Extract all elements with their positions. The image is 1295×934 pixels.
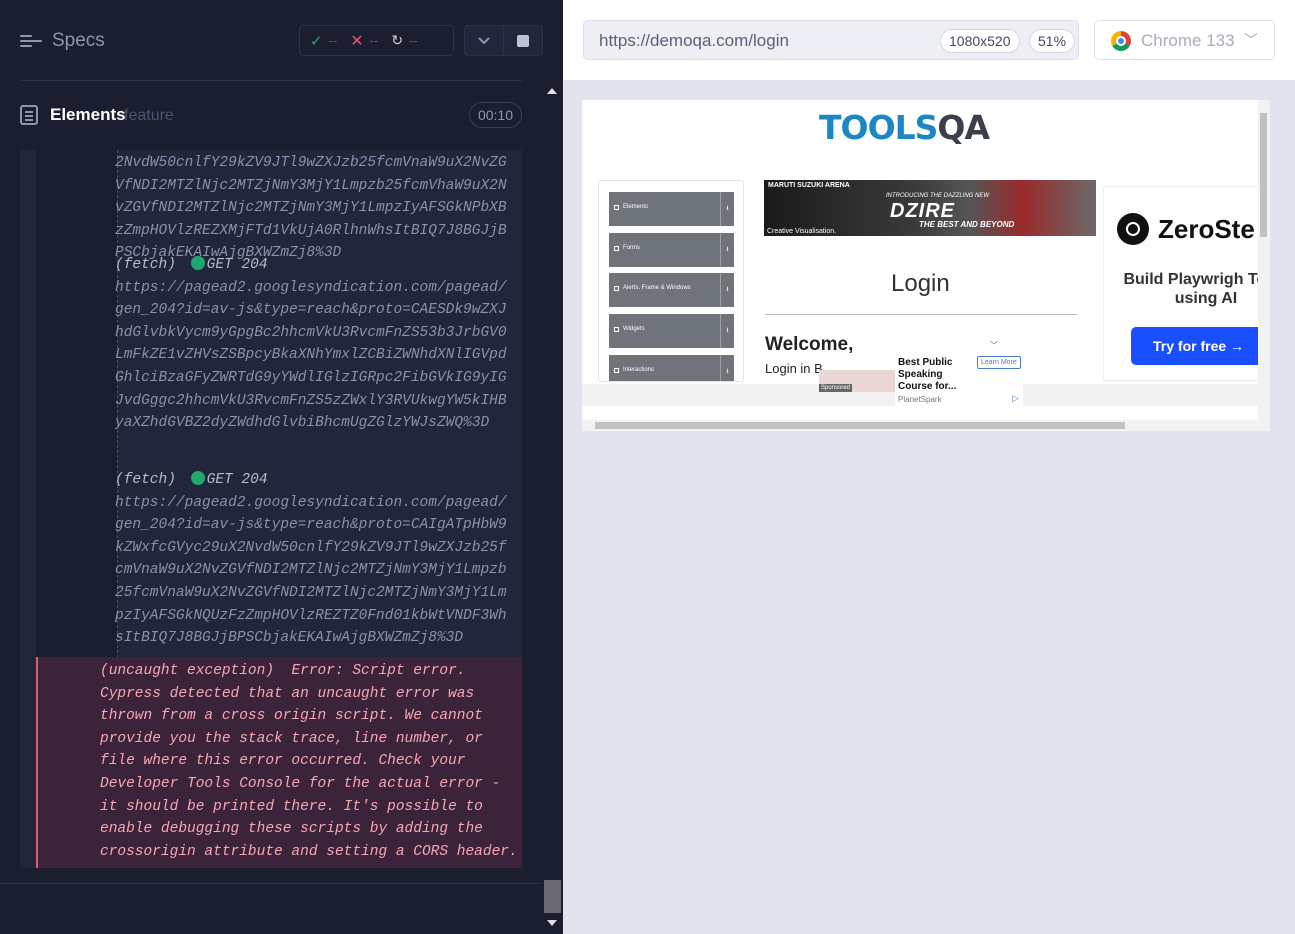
spec-row[interactable]: Elements feature 00:10 [20, 100, 522, 130]
spinner-icon: ↻ [391, 32, 404, 48]
specs-label: Specs [52, 30, 105, 51]
sidebar: Elements ⭳ Forms ⭳ Alerts, Frame & Windows… [598, 180, 744, 382]
spec-name: Elements [50, 105, 126, 124]
banner-ad[interactable]: MARUTI SUZUKI ARENA INTRODUCING THE DAZZ… [764, 180, 1096, 236]
log-entry[interactable]: (fetch) GET 204 https://pagead2.googlesy… [115, 469, 515, 650]
chevron-down-icon: ﹀ [1244, 32, 1258, 48]
file-icon [20, 105, 38, 125]
group-icon [614, 327, 619, 332]
stat-passed: ✓ -- [310, 32, 338, 50]
stat-failed: ✕ -- [350, 32, 379, 50]
aut-iframe[interactable]: TOOLSQA Elements ⭳ Forms ⭳ Alerts, Frame &… [582, 100, 1270, 431]
sidebar-group-alerts[interactable]: Alerts, Frame & Windows ⭳ [609, 273, 734, 307]
arrow-down-icon: ⭳ [720, 355, 734, 381]
log-rail [36, 150, 118, 658]
zerostep-logo-icon [1117, 213, 1149, 245]
error-entry[interactable]: (uncaught exception) Error: Script error… [36, 657, 522, 868]
log-entry-type: (fetch) [115, 472, 176, 488]
stop-icon [517, 34, 529, 47]
browser-name: Chrome 133 [1141, 31, 1235, 50]
arrow-down-icon: ⭳ [720, 273, 734, 307]
log-entry-type: (fetch) [115, 257, 176, 273]
ad-card[interactable]: ﹀ Best Public Speaking Course for... Pla… [895, 341, 1023, 406]
command-log: 2NvdW50cnlfY29kZV9JTl9wZXJzb25fcmVnaW9uX… [20, 150, 522, 868]
aut-header: https://demoqa.com/login 1080x520 51% Ch… [563, 0, 1295, 80]
run-controls [464, 25, 543, 56]
log-entry-tail[interactable]: 2NvdW50cnlfY29kZV9JTl9wZXJzb25fcmVnaW9uX… [115, 152, 515, 265]
stop-button[interactable] [503, 26, 542, 55]
scroll-thumb[interactable] [595, 422, 1125, 429]
sponsored-label: Sponsored [819, 384, 853, 392]
url-text: https://demoqa.com/login [599, 31, 789, 50]
scroll-thumb[interactable] [544, 880, 561, 913]
arrow-down-icon: ⭳ [720, 233, 734, 267]
chevron-down-icon [478, 36, 490, 44]
aut-vertical-scrollbar[interactable] [1258, 100, 1270, 431]
group-icon [614, 205, 619, 210]
spec-duration: 00:10 [468, 102, 522, 128]
aut-panel: https://demoqa.com/login 1080x520 51% Ch… [563, 0, 1295, 934]
x-icon: ✕ [350, 32, 364, 50]
reporter-header: Specs ✓ -- ✕ -- ↻ -- [0, 0, 563, 80]
learn-more-button[interactable]: Learn More [977, 356, 1021, 369]
arrow-down-icon: ⭳ [720, 192, 734, 226]
aut-horizontal-scrollbar[interactable] [582, 420, 1258, 431]
error-text: (uncaught exception) Error: Script error… [100, 660, 520, 863]
scroll-down-icon[interactable] [547, 920, 557, 926]
sidebar-group-forms[interactable]: Forms ⭳ [609, 233, 734, 267]
stat-pending: ↻ -- [391, 32, 418, 48]
log-entry-status: GET 204 [206, 257, 268, 273]
log-entry-status: GET 204 [206, 472, 268, 488]
chevron-down-icon[interactable]: ﹀ [990, 340, 998, 351]
error-prefix: (uncaught exception) [100, 663, 275, 679]
log-entry-url: https://pagead2.googlesyndication.com/pa… [115, 494, 507, 647]
chrome-icon [1111, 31, 1131, 51]
reporter-panel: Specs ✓ -- ✕ -- ↻ -- Elements feature 00:10 [0, 0, 563, 934]
test-stats: ✓ -- ✕ -- ↻ -- [299, 25, 454, 56]
log-entry-url: https://pagead2.googlesyndication.com/pa… [115, 279, 507, 432]
welcome-heading: Welcome, [765, 334, 854, 355]
arrow-down-icon: ⭳ [720, 314, 734, 348]
scroll-up-icon[interactable] [547, 88, 557, 94]
specs-toggle[interactable]: Specs [20, 30, 105, 52]
log-entry[interactable]: (fetch) GET 204 https://pagead2.googlesy… [115, 254, 515, 435]
status-dot-icon [190, 471, 205, 485]
login-subtitle: Login in B [765, 361, 823, 376]
toolsqa-logo[interactable]: TOOLSQA [819, 108, 990, 147]
sidebar-group-elements[interactable]: Elements ⭳ [609, 192, 734, 226]
divider [765, 314, 1077, 315]
status-dot-icon [190, 256, 205, 270]
group-icon [614, 246, 619, 251]
sidebar-group-interactions[interactable]: Interactions ⭳ [609, 355, 734, 381]
viewport-badge[interactable]: 1080x520 [940, 29, 1020, 53]
error-message: Error: Script error. Cypress detected th… [100, 663, 518, 860]
url-bar[interactable]: https://demoqa.com/login 1080x520 51% [583, 20, 1079, 60]
log-scrollbar[interactable] [542, 80, 563, 934]
group-icon [614, 286, 619, 291]
bottom-ad[interactable]: Sponsored ﹀ Best Public Speaking Course … [582, 341, 1258, 406]
specs-list-icon [20, 32, 42, 50]
scale-badge[interactable]: 51% [1029, 29, 1076, 53]
divider [20, 80, 522, 81]
collapse-button[interactable] [465, 26, 503, 55]
sidebar-group-widgets[interactable]: Widgets ⭳ [609, 314, 734, 348]
scroll-thumb[interactable] [1260, 113, 1267, 237]
side-ad[interactable]: ZeroSte Build Playwrigh Tests using AI T… [1103, 186, 1270, 381]
try-free-button[interactable]: Try for free → [1131, 327, 1270, 365]
page-title: Login [891, 270, 950, 297]
browser-select[interactable]: Chrome 133 ﹀ [1094, 20, 1275, 60]
check-icon: ✓ [310, 32, 323, 50]
divider [0, 883, 540, 884]
adchoices-icon[interactable]: ▷ [1012, 393, 1019, 404]
spec-extension: feature [124, 107, 174, 124]
group-icon [614, 368, 619, 373]
